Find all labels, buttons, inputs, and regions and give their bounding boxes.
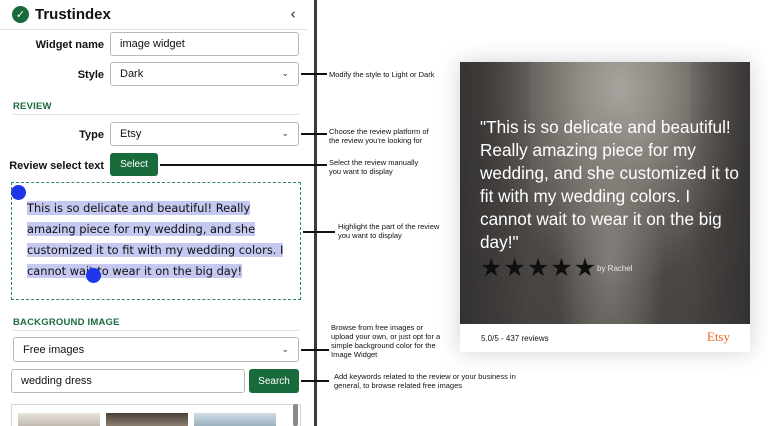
annotation-line-type <box>301 133 327 135</box>
settings-panel: ✓ Trustindex ‹ Widget name image widget … <box>0 0 308 426</box>
image-thumbnail[interactable] <box>18 413 100 426</box>
review-select-label: Review select text <box>9 160 104 172</box>
background-source-select[interactable]: Free images ⌄ <box>13 337 299 362</box>
annotation-type: Choose the review platform of the review… <box>329 127 429 145</box>
results-scrollbar[interactable] <box>293 404 298 426</box>
card-footer: 5.0/5 - 437 reviews Etsy <box>460 324 750 352</box>
review-author: by Rachel <box>597 264 633 273</box>
style-select-value: Dark <box>120 68 144 80</box>
annotation-browse: Browse from free images or upload your o… <box>331 323 440 359</box>
star-icon: ★ <box>550 253 573 282</box>
brand-name: Trustindex <box>35 6 111 23</box>
annotation-select: Select the review manually you want to d… <box>329 158 418 176</box>
widget-name-label: Widget name <box>35 39 104 51</box>
annotation-type-line-2: the review you're looking for <box>329 136 423 145</box>
image-search-button[interactable]: Search <box>249 369 299 393</box>
annotation-line-style <box>301 73 327 75</box>
annotation-line-select <box>160 164 327 166</box>
selection-start-handle[interactable] <box>11 185 26 200</box>
annotation-browse-line-3: simple background color for the <box>331 341 436 350</box>
star-icon: ★ <box>503 253 526 282</box>
selection-end-handle[interactable] <box>86 268 101 283</box>
image-thumbnail[interactable] <box>106 413 188 426</box>
annotation-keywords-line-1: Add keywords related to the review or yo… <box>334 372 516 381</box>
annotation-line-browse <box>301 349 329 351</box>
annotation-keywords: Add keywords related to the review or yo… <box>334 372 516 390</box>
annotation-highlight-line-2: you want to display <box>338 231 402 240</box>
widget-preview-card: "This is so delicate and beautiful! Real… <box>460 62 750 352</box>
image-results-grid <box>11 404 301 426</box>
annotation-highlight-line-1: Highlight the part of the review <box>338 222 440 231</box>
star-icon: ★ <box>480 253 503 282</box>
image-search-input[interactable]: wedding dress <box>11 369 245 393</box>
annotation-highlight: Highlight the part of the review you wan… <box>338 222 439 240</box>
annotation-style: Modify the style to Light or Dark <box>329 70 435 79</box>
annotation-line-keywords <box>301 380 329 382</box>
star-icon: ★ <box>526 253 550 282</box>
style-select[interactable]: Dark ⌄ <box>110 62 299 86</box>
selected-review-text[interactable]: This is so delicate and beautiful! Reall… <box>27 198 295 282</box>
chevron-down-icon: ⌄ <box>281 69 289 79</box>
background-photo: "This is so delicate and beautiful! Real… <box>460 62 750 324</box>
style-label: Style <box>77 69 104 81</box>
chevron-down-icon: ⌄ <box>281 344 289 355</box>
section-background-heading: BACKGROUND IMAGE <box>13 317 120 328</box>
highlighted-text: This is so delicate and beautiful! Reall… <box>27 201 284 278</box>
annotation-select-line-1: Select the review manually <box>329 158 419 167</box>
type-label: Type <box>79 129 104 141</box>
chevron-down-icon: ⌄ <box>281 129 289 139</box>
chevron-left-icon[interactable]: ‹ <box>290 5 296 23</box>
annotation-browse-line-4: Image Widget <box>331 350 378 359</box>
background-source-value: Free images <box>23 343 85 356</box>
image-thumbnail[interactable] <box>194 413 276 426</box>
annotation-select-line-2: you want to display <box>329 167 393 176</box>
annotation-line-highlight <box>303 231 335 233</box>
widget-name-input[interactable]: image widget <box>110 32 299 56</box>
type-select-value: Etsy <box>120 128 142 140</box>
panel-divider <box>314 0 317 426</box>
header-divider <box>0 29 308 30</box>
etsy-logo: Etsy <box>706 329 730 344</box>
annotation-browse-line-1: Browse from free images or <box>331 323 424 332</box>
check-circle-icon: ✓ <box>12 6 29 23</box>
star-icon: ★ <box>573 253 597 282</box>
star-rating: ★ ★ ★ ★ ★ <box>480 255 596 280</box>
annotation-browse-line-2: upload your own, or just opt for a <box>331 332 441 341</box>
rating-summary: 5.0/5 - 437 reviews <box>481 334 549 343</box>
section-background-divider <box>13 330 299 331</box>
review-quote: "This is so delicate and beautiful! Real… <box>480 117 739 252</box>
annotation-type-line-1: Choose the review platform of <box>329 127 429 136</box>
annotation-keywords-line-2: general, to browse related free images <box>334 381 462 390</box>
select-review-button[interactable]: Select <box>110 153 158 176</box>
type-select[interactable]: Etsy ⌄ <box>110 122 299 146</box>
review-text-selection-area[interactable]: This is so delicate and beautiful! Reall… <box>11 182 301 300</box>
section-review-divider <box>13 114 299 115</box>
section-review-heading: REVIEW <box>13 101 52 112</box>
brand: ✓ Trustindex <box>12 6 111 23</box>
